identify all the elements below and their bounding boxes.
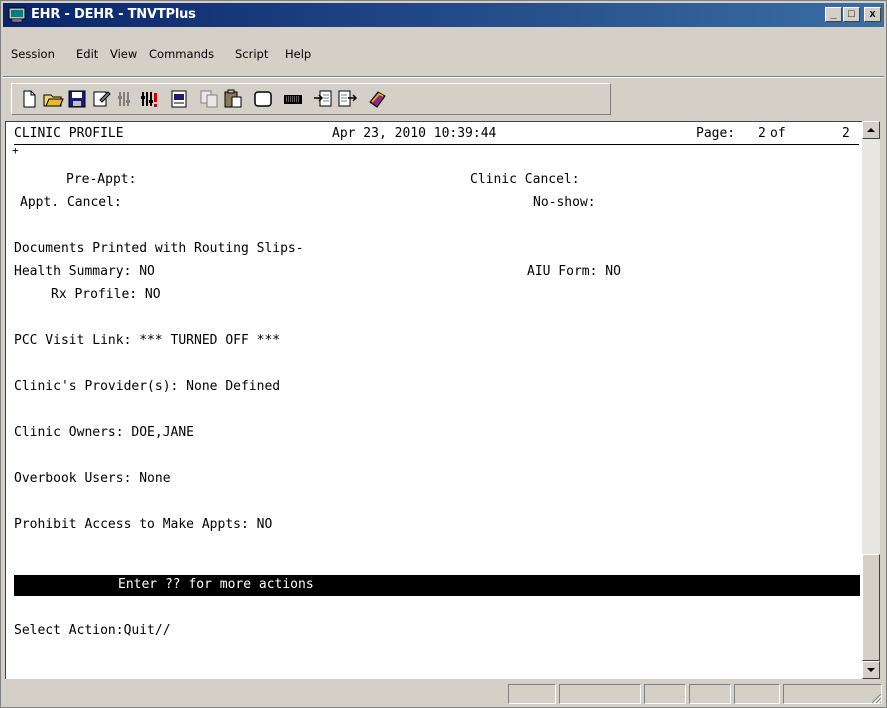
print-icon[interactable] <box>168 88 190 110</box>
title-bar: EHR - DEHR - TNVTPlus _ □ x <box>3 3 884 27</box>
arrow-down-icon <box>867 668 875 672</box>
header-rule <box>14 144 859 145</box>
clinic-cancel-label: Clinic Cancel: <box>470 172 580 187</box>
screen-datetime: Apr 23, 2010 10:39:44 <box>332 126 497 141</box>
menu-session[interactable]: Session <box>11 47 55 61</box>
menu-help[interactable]: Help <box>285 47 311 61</box>
help-book-icon[interactable] <box>366 88 388 110</box>
menu-edit[interactable]: Edit <box>76 47 98 61</box>
page-label: Page: <box>696 126 736 141</box>
clinic-owners: Clinic Owners: DOE,JANE <box>14 425 195 440</box>
window-title: EHR - DEHR - TNVTPlus <box>31 7 196 22</box>
screen-title: CLINIC PROFILE <box>14 126 124 141</box>
vertical-scrollbar[interactable] <box>862 121 880 679</box>
menu-view[interactable]: View <box>110 47 137 61</box>
appt-cancel-label: Appt. Cancel: <box>20 195 122 210</box>
new-document-icon[interactable] <box>18 88 40 110</box>
arrow-up-icon <box>867 128 875 132</box>
clinic-providers: Clinic's Provider(s): None Defined <box>14 379 281 394</box>
page-of: of <box>770 126 786 141</box>
record-icon[interactable] <box>114 88 136 110</box>
properties-icon[interactable] <box>90 88 112 110</box>
keyboard-icon[interactable] <box>282 88 304 110</box>
save-icon[interactable] <box>66 88 88 110</box>
rx-profile: Rx Profile: NO <box>51 287 161 302</box>
stop-record-icon[interactable] <box>138 88 160 110</box>
health-summary: Health Summary: NO <box>14 264 155 279</box>
action-hint-bar: Enter ?? for more actions <box>14 575 860 596</box>
pcc-visit-link: PCC Visit Link: *** TURNED OFF *** <box>14 333 281 348</box>
scroll-down-button[interactable] <box>862 661 880 679</box>
resize-grip-icon[interactable] <box>870 692 882 704</box>
toolbar <box>11 83 611 115</box>
minimize-button[interactable]: _ <box>825 7 842 22</box>
send-icon[interactable] <box>312 88 334 110</box>
page-total: 2 <box>842 126 850 141</box>
status-cell-6 <box>783 684 882 704</box>
more-above-marker: + <box>12 144 19 157</box>
action-hint-text: Enter ?? for more actions <box>118 577 314 592</box>
receive-icon[interactable] <box>336 88 358 110</box>
paste-icon[interactable] <box>222 88 244 110</box>
scroll-up-button[interactable] <box>862 121 880 139</box>
menu-script[interactable]: Script <box>235 47 268 61</box>
scroll-thumb[interactable] <box>862 554 880 661</box>
toolbar-separator <box>3 76 884 78</box>
clear-screen-icon[interactable] <box>252 88 274 110</box>
copy-icon[interactable] <box>198 88 220 110</box>
aiu-form: AIU Form: NO <box>527 264 621 279</box>
menu-bar: Session Edit View Commands Script Help <box>3 43 884 63</box>
open-folder-icon[interactable] <box>42 88 64 110</box>
terminal-screen[interactable]: CLINIC PROFILE Apr 23, 2010 10:39:44 Pag… <box>5 121 862 679</box>
status-bar <box>3 684 884 706</box>
status-cell-1 <box>508 684 556 704</box>
status-cell-3 <box>644 684 686 704</box>
overbook-users: Overbook Users: None <box>14 471 171 486</box>
select-action-prompt[interactable]: Select Action:Quit// <box>14 623 171 638</box>
app-window: EHR - DEHR - TNVTPlus _ □ x Session Edit… <box>0 0 887 708</box>
page-current: 2 <box>758 126 766 141</box>
status-cell-5 <box>734 684 780 704</box>
prohibit-access: Prohibit Access to Make Appts: NO <box>14 517 273 532</box>
menu-commands[interactable]: Commands <box>149 47 214 61</box>
close-button[interactable]: x <box>864 7 881 22</box>
maximize-button[interactable]: □ <box>843 7 860 22</box>
status-cell-4 <box>689 684 731 704</box>
documents-heading: Documents Printed with Routing Slips- <box>14 241 304 256</box>
no-show-label: No-show: <box>533 195 596 210</box>
status-cell-2 <box>559 684 641 704</box>
terminal-app-icon <box>8 7 26 23</box>
pre-appt-label: Pre-Appt: <box>66 172 137 187</box>
